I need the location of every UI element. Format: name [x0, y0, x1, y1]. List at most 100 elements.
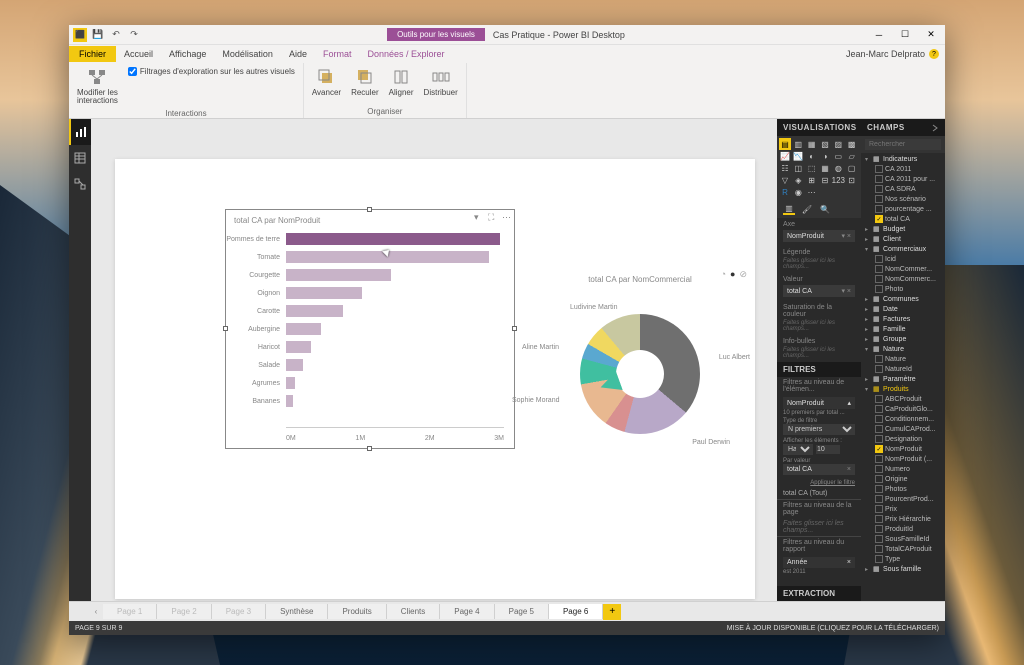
extraction-header[interactable]: EXTRACTION — [777, 586, 861, 601]
field-checkbox[interactable] — [875, 255, 883, 263]
viz-icon[interactable]: ◉ — [792, 186, 804, 198]
field-node[interactable]: NomProduit (... — [861, 454, 945, 464]
field-node[interactable]: ✓total CA — [861, 214, 945, 224]
field-node[interactable]: CumulCAProd... — [861, 424, 945, 434]
bar-row[interactable]: Haricot — [286, 338, 504, 356]
fields-tree[interactable]: ▾▦IndicateursCA 2011CA 2011 pour ...CA S… — [861, 153, 945, 601]
filter-type-select[interactable]: N premiers — [783, 424, 855, 435]
field-checkbox[interactable] — [875, 545, 883, 553]
viz-icon[interactable]: ▩ — [846, 138, 858, 150]
add-page-button[interactable]: + — [603, 604, 621, 620]
field-checkbox[interactable] — [875, 555, 883, 563]
field-node[interactable]: NomCommerc... — [861, 274, 945, 284]
viz-icon[interactable]: ▦ — [806, 138, 818, 150]
valeur-field-pill[interactable]: total CA▾ × — [783, 285, 855, 297]
bar-row[interactable]: Carotte — [286, 302, 504, 320]
menu-modelisation[interactable]: Modélisation — [214, 46, 281, 62]
remove-icon[interactable]: ▾ × — [841, 232, 851, 240]
field-node[interactable]: CA SDRA — [861, 184, 945, 194]
field-node[interactable]: Nature — [861, 354, 945, 364]
field-checkbox[interactable] — [875, 525, 883, 533]
fields-search-input[interactable] — [865, 139, 941, 150]
field-node[interactable]: CA 2011 — [861, 164, 945, 174]
field-checkbox[interactable] — [875, 485, 883, 493]
align-button[interactable]: Aligner — [385, 65, 418, 99]
table-node[interactable]: ▸▦Factures — [861, 314, 945, 324]
field-checkbox[interactable] — [875, 355, 883, 363]
champs-header[interactable]: CHAMPS — [861, 119, 945, 136]
viz-icon[interactable]: ☷ — [779, 162, 791, 174]
filter-annee[interactable]: Année× — [783, 557, 855, 568]
table-node[interactable]: ▾▦Nature — [861, 344, 945, 354]
viz-icon[interactable]: ▢ — [846, 162, 858, 174]
menu-accueil[interactable]: Accueil — [116, 46, 161, 62]
table-node[interactable]: ▸▦Groupe — [861, 334, 945, 344]
redo-icon[interactable]: ↷ — [127, 28, 141, 42]
fields-tab-icon[interactable]: ▥ — [783, 203, 795, 215]
bar-fill[interactable] — [286, 305, 343, 317]
field-node[interactable]: CaProduitGlo... — [861, 404, 945, 414]
viz-icon[interactable]: ▥ — [792, 138, 804, 150]
table-node[interactable]: ▸▦Date — [861, 304, 945, 314]
field-checkbox[interactable] — [875, 535, 883, 543]
crossfilter-icon[interactable]: ◔ — [721, 269, 726, 280]
page-tab[interactable]: Page 3 — [212, 604, 266, 619]
viz-icon[interactable]: 📈 — [779, 150, 791, 162]
help-icon[interactable]: ? — [929, 49, 939, 59]
field-checkbox[interactable] — [875, 205, 883, 213]
bar-chart-visual[interactable]: ▾ ⛶ ⋯ total CA par NomProduit Pommes de … — [225, 209, 515, 449]
field-node[interactable]: Photos — [861, 484, 945, 494]
donut-chart-visual[interactable]: ◔ ● ⊘ total CA par NomCommercial Luc Alb… — [525, 269, 755, 459]
field-node[interactable]: Type — [861, 554, 945, 564]
filter-n-input[interactable] — [816, 445, 840, 454]
bar-row[interactable]: Pommes de terre — [286, 230, 504, 248]
viz-icon[interactable]: ◫ — [792, 162, 804, 174]
field-node[interactable]: Conditionnem... — [861, 414, 945, 424]
distribute-button[interactable]: Distribuer — [420, 65, 462, 99]
focus-icon[interactable]: ⛶ — [488, 212, 498, 222]
bar-fill[interactable] — [286, 395, 293, 407]
user-name[interactable]: Jean-Marc Delprato — [846, 49, 925, 59]
resize-handle[interactable] — [512, 326, 517, 331]
bar-row[interactable]: Bananes — [286, 392, 504, 410]
page-tab[interactable]: Clients — [387, 604, 440, 619]
apply-filter-link[interactable]: Appliquer le filtre — [777, 478, 861, 488]
crossnone-icon[interactable]: ⊘ — [739, 269, 747, 280]
field-checkbox[interactable] — [875, 285, 883, 293]
analytics-tab-icon[interactable]: 🔍 — [819, 203, 831, 215]
filter-nomproduit[interactable]: NomProduit▴ — [783, 397, 855, 409]
viz-icon[interactable]: ⊡ — [846, 174, 858, 186]
field-checkbox[interactable] — [875, 415, 883, 423]
format-tab-icon[interactable]: 🖌 — [801, 203, 813, 215]
page-tab[interactable]: Page 1 — [103, 604, 157, 619]
viz-icon[interactable]: 123 — [832, 174, 844, 186]
viz-icon[interactable]: ◈ — [792, 174, 804, 186]
bar-row[interactable]: Agrumes — [286, 374, 504, 392]
viz-icon[interactable]: ▽ — [779, 174, 791, 186]
bring-forward-button[interactable]: Avancer — [308, 65, 345, 99]
field-checkbox[interactable] — [875, 365, 883, 373]
viz-icon[interactable]: ◍ — [832, 162, 844, 174]
field-node[interactable]: ABCProduit — [861, 394, 945, 404]
field-checkbox[interactable] — [875, 455, 883, 463]
viz-icon[interactable]: ⊞ — [806, 174, 818, 186]
field-checkbox[interactable] — [875, 165, 883, 173]
bar-row[interactable]: Tomate — [286, 248, 504, 266]
viz-icon[interactable]: ▧ — [819, 138, 831, 150]
field-checkbox[interactable] — [875, 195, 883, 203]
page-tab[interactable]: Page 6 — [549, 604, 603, 619]
resize-handle[interactable] — [367, 446, 372, 451]
page-canvas[interactable]: ▾ ⛶ ⋯ total CA par NomProduit Pommes de … — [115, 159, 755, 599]
maximize-button[interactable]: ☐ — [893, 27, 917, 43]
field-checkbox[interactable] — [875, 425, 883, 433]
status-update-link[interactable]: MISE À JOUR DISPONIBLE (CLIQUEZ POUR LA … — [727, 625, 939, 632]
bar-fill[interactable] — [286, 341, 311, 353]
viz-stacked-bar-icon[interactable]: ▤ — [779, 138, 791, 150]
report-canvas[interactable]: ▾ ⛶ ⋯ total CA par NomProduit Pommes de … — [91, 119, 777, 601]
field-checkbox[interactable] — [875, 515, 883, 523]
menu-aide[interactable]: Aide — [281, 46, 315, 62]
drill-filter-checkbox[interactable]: Filtrages d'exploration sur les autres v… — [124, 65, 299, 78]
bar-fill[interactable] — [286, 377, 295, 389]
donut-chart[interactable] — [580, 314, 700, 434]
menu-donnees-explorer[interactable]: Données / Explorer — [359, 46, 452, 62]
